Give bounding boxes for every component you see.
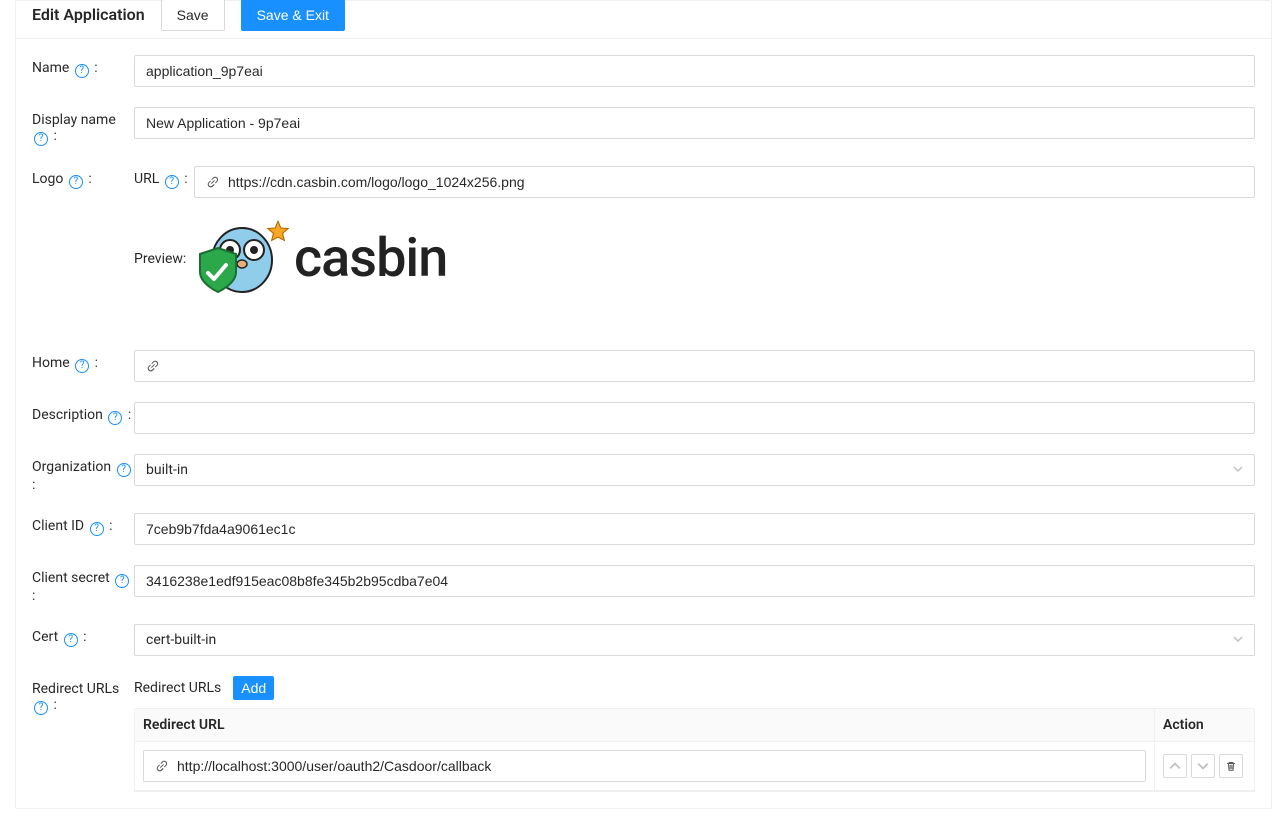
help-icon[interactable] bbox=[115, 574, 129, 588]
help-icon[interactable] bbox=[165, 175, 179, 189]
logo-preview-label: Preview: bbox=[134, 251, 186, 267]
home-input[interactable] bbox=[168, 355, 1243, 377]
logo-url-input[interactable] bbox=[228, 171, 1243, 193]
delete-button[interactable] bbox=[1219, 754, 1243, 778]
redirect-url-column-header: Redirect URL bbox=[135, 709, 1154, 742]
table-row bbox=[135, 742, 1254, 791]
organization-label: Organization bbox=[32, 459, 111, 475]
redirect-urls-table-title: Redirect URLs bbox=[134, 680, 221, 696]
save-button[interactable]: Save bbox=[161, 0, 225, 31]
move-up-button[interactable] bbox=[1163, 754, 1187, 778]
organization-value: built-in bbox=[146, 462, 188, 478]
link-icon bbox=[146, 359, 160, 373]
logo-preview: casbin bbox=[194, 216, 528, 300]
help-icon[interactable] bbox=[34, 701, 48, 715]
cert-value: cert-built-in bbox=[146, 632, 216, 648]
redirect-url-input[interactable] bbox=[177, 755, 1134, 777]
client-secret-input[interactable] bbox=[134, 565, 1255, 597]
chevron-down-icon bbox=[1233, 459, 1243, 481]
move-down-button[interactable] bbox=[1191, 754, 1215, 778]
chevron-down-icon bbox=[1233, 629, 1243, 651]
name-input[interactable] bbox=[134, 55, 1255, 87]
help-icon[interactable] bbox=[75, 359, 89, 373]
logo-url-input-wrapper[interactable] bbox=[194, 166, 1255, 198]
logo-label: Logo bbox=[32, 171, 63, 187]
redirect-urls-table: Redirect URL Action bbox=[134, 708, 1255, 792]
home-label: Home bbox=[32, 355, 70, 371]
help-icon[interactable] bbox=[75, 64, 89, 78]
add-redirect-url-button[interactable]: Add bbox=[233, 676, 274, 700]
link-icon bbox=[206, 175, 220, 189]
home-input-wrapper[interactable] bbox=[134, 350, 1255, 382]
client-secret-label: Client secret bbox=[32, 570, 110, 586]
logo-url-label: URL bbox=[134, 171, 159, 187]
cert-select[interactable]: cert-built-in bbox=[134, 624, 1255, 656]
help-icon[interactable] bbox=[34, 132, 48, 146]
cert-label: Cert bbox=[32, 629, 58, 645]
display-name-label: Display name bbox=[32, 112, 116, 128]
redirect-url-input-wrapper[interactable] bbox=[143, 750, 1146, 782]
help-icon[interactable] bbox=[117, 463, 131, 477]
name-label: Name bbox=[32, 60, 69, 76]
help-icon[interactable] bbox=[64, 633, 78, 647]
page-title: Edit Application bbox=[32, 5, 145, 24]
action-column-header: Action bbox=[1154, 709, 1254, 742]
help-icon[interactable] bbox=[90, 522, 104, 536]
save-exit-button[interactable]: Save & Exit bbox=[241, 0, 345, 31]
help-icon[interactable] bbox=[69, 175, 83, 189]
redirect-urls-label: Redirect URLs bbox=[32, 681, 119, 697]
display-name-input[interactable] bbox=[134, 107, 1255, 139]
client-id-input[interactable] bbox=[134, 513, 1255, 545]
star-icon bbox=[265, 219, 291, 245]
logo-text: casbin bbox=[294, 227, 447, 290]
organization-select[interactable]: built-in bbox=[134, 454, 1255, 486]
description-label: Description bbox=[32, 407, 103, 423]
link-icon bbox=[155, 759, 169, 773]
client-id-label: Client ID bbox=[32, 518, 84, 534]
help-icon[interactable] bbox=[108, 411, 122, 425]
description-input[interactable] bbox=[134, 402, 1255, 434]
